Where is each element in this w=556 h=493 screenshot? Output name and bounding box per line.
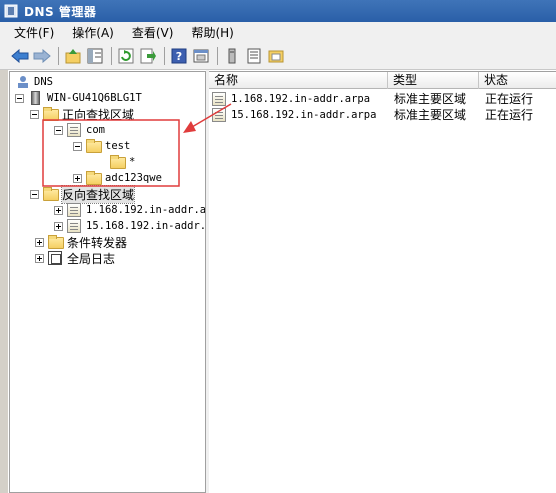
expand-icon[interactable] xyxy=(73,173,82,183)
help-icon[interactable]: ? xyxy=(169,46,189,66)
tree-node-test[interactable]: test xyxy=(73,138,130,154)
row-name-cell: 1.168.192.in-addr.arpa xyxy=(212,91,388,107)
tree-node-reverse-zone-2[interactable]: 15.168.192.in-addr. xyxy=(54,218,206,234)
tree-label: 反向查找区域 xyxy=(60,184,136,204)
up-folder-icon[interactable] xyxy=(63,46,83,66)
expand-icon[interactable] xyxy=(35,237,44,247)
column-header-name[interactable]: 名称 xyxy=(209,72,388,89)
zone-icon xyxy=(212,92,228,106)
expand-icon[interactable] xyxy=(54,221,63,231)
left-edge xyxy=(0,70,8,493)
row-name-cell: 15.168.192.in-addr.arpa xyxy=(212,107,388,123)
menu-file[interactable]: 文件(F) xyxy=(14,24,54,41)
list-row[interactable]: 15.168.192.in-addr.arpa 标准主要区域 正在运行 xyxy=(209,107,556,123)
tree-label: adc123qwe xyxy=(105,172,162,184)
menu-action[interactable]: 操作(A) xyxy=(72,24,114,41)
tree-node-forward-zones[interactable]: 正向查找区域 xyxy=(30,106,134,122)
tree-label: DNS xyxy=(34,76,53,88)
tree-node-wildcard[interactable]: * xyxy=(110,154,135,170)
tree-node-reverse-zones[interactable]: 反向查找区域 xyxy=(30,184,136,204)
toolbar-separator xyxy=(164,46,165,65)
title-bar: DNS 管理器 xyxy=(0,0,556,22)
tree-label: 条件转发器 xyxy=(67,235,128,250)
collapse-icon[interactable] xyxy=(30,189,39,199)
dns-root-icon xyxy=(15,75,31,89)
window-title: DNS 管理器 xyxy=(24,4,97,19)
console-tree[interactable]: DNS WIN-GU41Q6BLG1T 正向查找区域 com test * ad… xyxy=(9,71,206,493)
collapse-icon[interactable] xyxy=(73,141,82,151)
event-log-icon xyxy=(48,251,64,265)
server-icon xyxy=(28,91,44,105)
row-name: 1.168.192.in-addr.arpa xyxy=(231,93,371,105)
export-icon[interactable] xyxy=(138,46,158,66)
folder-icon xyxy=(43,187,59,201)
tree-node-conditional-forwarders[interactable]: 条件转发器 xyxy=(35,234,127,250)
list-icon[interactable] xyxy=(244,46,264,66)
tree-node-reverse-zone-1[interactable]: 1.168.192.in-addr.a xyxy=(54,202,206,218)
toolbar-separator xyxy=(111,46,112,65)
tree-node-adc123qwe[interactable]: adc123qwe xyxy=(73,170,162,186)
refresh-icon[interactable] xyxy=(116,46,136,66)
tree-label: com xyxy=(86,124,105,136)
collapse-icon[interactable] xyxy=(54,125,63,135)
row-status: 正在运行 xyxy=(485,108,534,122)
column-header-type[interactable]: 类型 xyxy=(388,72,479,89)
back-icon[interactable] xyxy=(10,46,30,66)
forward-icon[interactable] xyxy=(32,46,52,66)
tree-node-dns[interactable]: DNS xyxy=(15,74,53,90)
zone-icon xyxy=(67,123,83,137)
toolbar: ? xyxy=(0,42,556,70)
tree-label: 正向查找区域 xyxy=(62,107,135,122)
expand-icon[interactable] xyxy=(35,253,44,263)
svg-text:?: ? xyxy=(176,50,182,63)
tree-label: 全局日志 xyxy=(67,251,116,266)
folder-icon xyxy=(86,139,102,153)
zone-icon xyxy=(212,108,228,122)
row-status: 正在运行 xyxy=(485,92,534,106)
tree-label: 15.168.192.in-addr. xyxy=(86,220,206,232)
menu-bar: 文件(F) 操作(A) 查看(V) 帮助(H) xyxy=(0,22,556,42)
dns-app-icon xyxy=(4,4,18,18)
tree-label: test xyxy=(105,140,131,152)
folder-icon xyxy=(86,171,102,185)
tree-node-server[interactable]: WIN-GU41Q6BLG1T xyxy=(15,90,142,106)
menu-help[interactable]: 帮助(H) xyxy=(191,24,233,41)
list-header: 名称 类型 状态 xyxy=(209,72,556,89)
tree-node-global-logs[interactable]: 全局日志 xyxy=(35,250,115,266)
tree-node-com[interactable]: com xyxy=(54,122,105,138)
folder-icon xyxy=(110,155,126,169)
zone-icon[interactable] xyxy=(266,46,286,66)
row-type: 标准主要区域 xyxy=(394,92,467,106)
zone-icon xyxy=(67,203,83,217)
zone-icon xyxy=(67,219,83,233)
list-row[interactable]: 1.168.192.in-addr.arpa 标准主要区域 正在运行 xyxy=(209,91,556,107)
tree-label: 1.168.192.in-addr.a xyxy=(86,204,206,216)
toolbar-separator xyxy=(58,46,59,65)
properties-icon[interactable] xyxy=(191,46,211,66)
results-pane: 名称 类型 状态 1.168.192.in-addr.arpa 标准主要区域 正… xyxy=(209,71,556,493)
row-name: 15.168.192.in-addr.arpa xyxy=(231,109,377,121)
server-icon[interactable] xyxy=(222,46,242,66)
collapse-icon[interactable] xyxy=(15,93,24,103)
column-header-status[interactable]: 状态 xyxy=(479,72,556,89)
folder-icon xyxy=(48,235,64,249)
expand-icon[interactable] xyxy=(54,205,63,215)
collapse-icon[interactable] xyxy=(30,109,39,119)
tree-label: WIN-GU41Q6BLG1T xyxy=(47,92,142,104)
toolbar-separator xyxy=(217,46,218,65)
tree-label: * xyxy=(129,156,136,168)
row-type: 标准主要区域 xyxy=(394,108,467,122)
menu-view[interactable]: 查看(V) xyxy=(132,24,174,41)
folder-icon xyxy=(43,107,59,121)
show-tree-icon[interactable] xyxy=(85,46,105,66)
